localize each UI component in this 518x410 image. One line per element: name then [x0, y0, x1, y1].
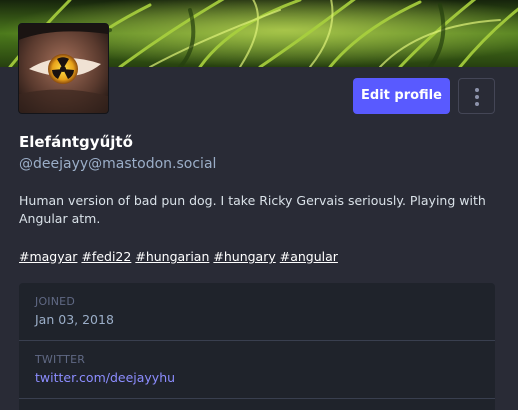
ellipsis-dot [475, 102, 479, 106]
account-handle: @deejayy@mastodon.social [19, 156, 217, 172]
twitter-link[interactable]: twitter.com/deejayyhu [35, 370, 479, 386]
hashtag-link[interactable]: #hungary [213, 249, 275, 264]
radioactive-eye-avatar [19, 24, 108, 113]
ellipsis-dot [475, 95, 479, 99]
ellipsis-dot [475, 88, 479, 92]
field-label: Twitter [35, 353, 86, 366]
field-label: Joined [35, 295, 75, 308]
hashtag-link[interactable]: #fedi22 [81, 249, 131, 264]
bio-text: Human version of bad pun dog. I take Ric… [19, 193, 486, 226]
hashtag-link[interactable]: #angular [280, 249, 338, 264]
field-value: Jan 03, 2018 [35, 312, 114, 327]
profile-bio: Human version of bad pun dog. I take Ric… [19, 192, 497, 228]
edit-profile-button[interactable]: Edit profile [353, 78, 450, 114]
hashtag-link[interactable]: #hungarian [135, 249, 209, 264]
avatar[interactable] [18, 23, 109, 114]
display-name: Elefántgyűjtő [19, 133, 133, 151]
profile-page: Edit profile Elefántgyűjtő @deejayy@mast… [0, 0, 518, 410]
hashtag-link[interactable]: #magyar [19, 249, 77, 264]
hashtag-list: #magyar #fedi22 #hungarian #hungary #angular [19, 248, 342, 266]
field-joined: Joined Jan 03, 2018 [19, 283, 495, 341]
field-twitter: Twitter twitter.com/deejayyhu [19, 341, 495, 399]
profile-fields: Joined Jan 03, 2018 Twitter twitter.com/… [19, 283, 495, 410]
more-options-button[interactable] [458, 78, 495, 114]
